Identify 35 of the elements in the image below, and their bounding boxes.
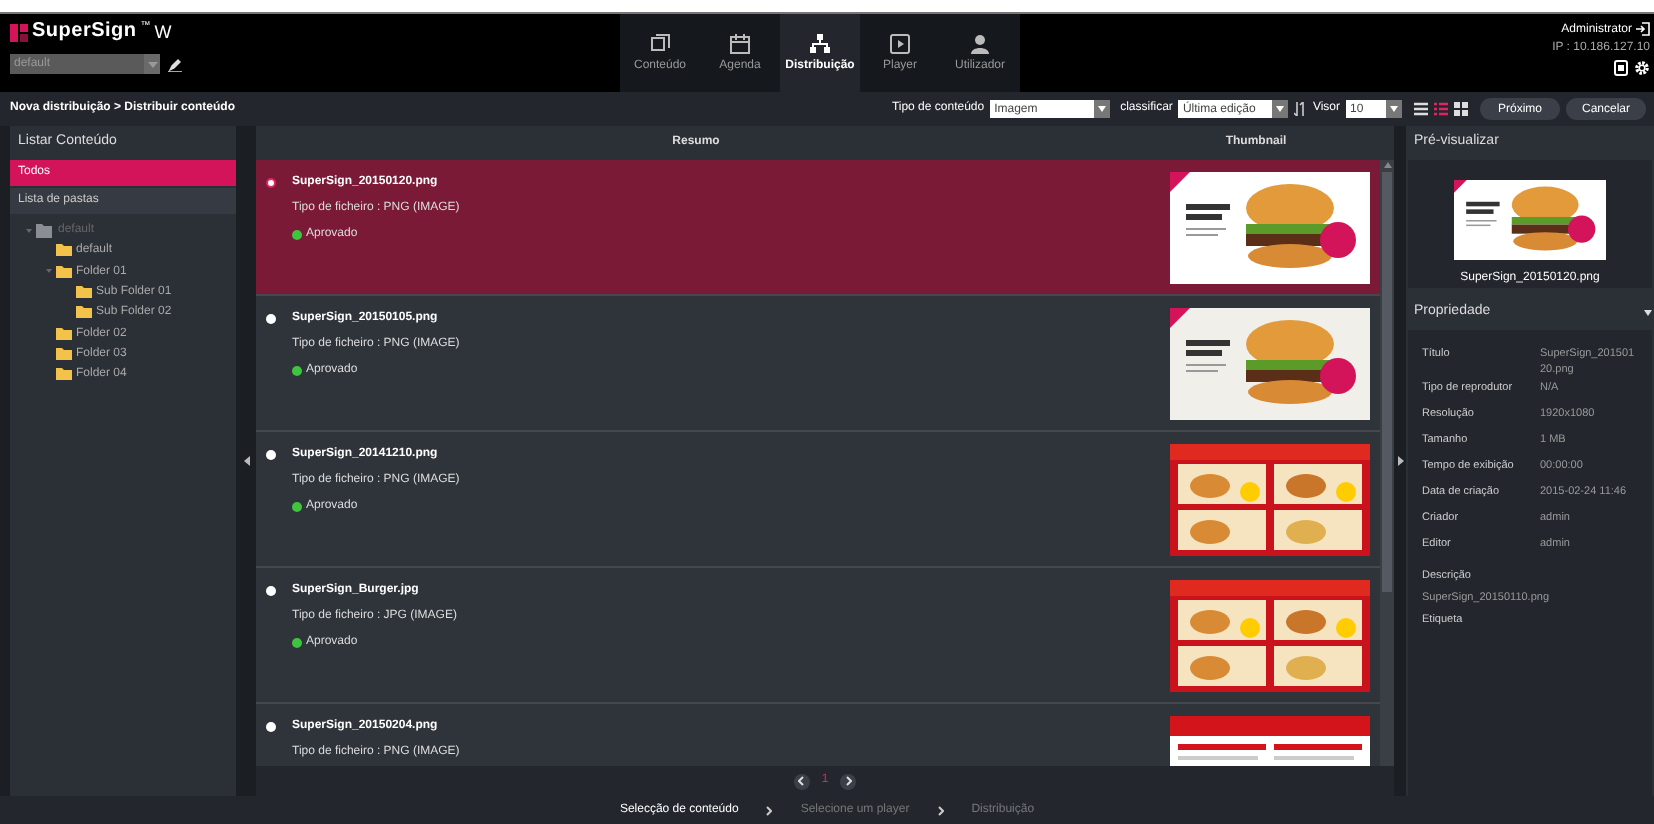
scroll-up-icon[interactable] <box>1383 162 1391 168</box>
person-icon <box>970 34 990 54</box>
caret-icon[interactable] <box>1644 310 1652 316</box>
collapse-left-icon[interactable] <box>243 456 249 466</box>
caret-icon <box>1390 106 1398 112</box>
next-page-button[interactable] <box>840 773 857 789</box>
detail-list-icon[interactable] <box>1434 102 1448 116</box>
chevron-right-icon <box>845 776 852 786</box>
chevron-right-icon <box>766 805 773 815</box>
caret-icon <box>1276 106 1285 112</box>
document-icon[interactable] <box>1614 60 1628 76</box>
chevron-left-icon <box>798 776 805 786</box>
radio-button[interactable] <box>266 586 276 596</box>
settings-icon[interactable] <box>1634 60 1650 76</box>
logo-text: SuperSign <box>32 22 137 42</box>
grid-view-icon[interactable] <box>1454 102 1468 116</box>
logo-icon <box>10 23 28 41</box>
pencil-icon[interactable] <box>168 57 182 71</box>
previous-page-button[interactable] <box>793 773 810 789</box>
calendar-icon <box>730 34 750 54</box>
radio-button[interactable] <box>266 178 276 188</box>
sort-order-icon[interactable] <box>1294 102 1307 116</box>
list-view-icon[interactable] <box>1414 102 1428 116</box>
radio-button[interactable] <box>266 450 276 460</box>
radio-button[interactable] <box>266 314 276 324</box>
scrollbar-thumb[interactable] <box>1382 172 1392 592</box>
play-screen-icon <box>890 34 910 54</box>
chevron-right-icon <box>937 805 944 815</box>
caret-icon <box>147 61 157 67</box>
stack-icon <box>650 34 670 54</box>
radio-button[interactable] <box>266 722 276 732</box>
logout-icon[interactable] <box>1636 22 1650 36</box>
caret-icon <box>1098 106 1107 112</box>
logo-suffix: W <box>154 23 172 41</box>
hierarchy-icon <box>810 34 830 54</box>
